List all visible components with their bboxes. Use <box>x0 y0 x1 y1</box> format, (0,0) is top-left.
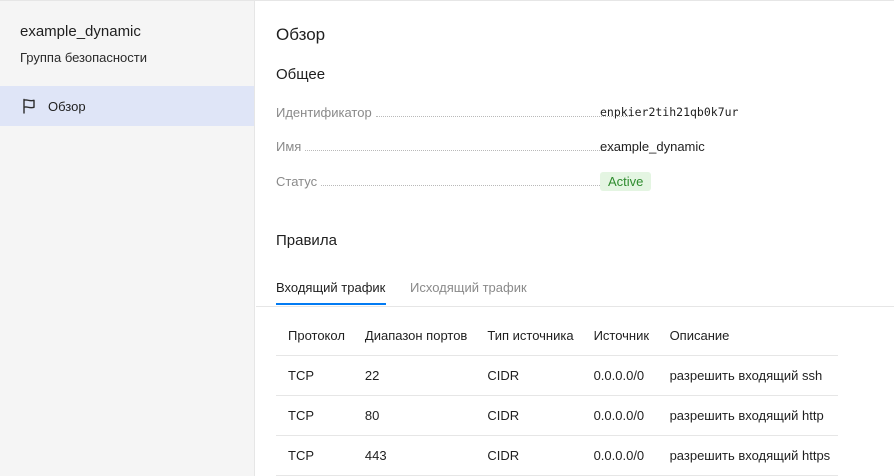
resource-title: example_dynamic <box>20 23 141 40</box>
sidebar-item-overview[interactable]: Обзор <box>0 86 254 126</box>
cell-port-range: 22 <box>352 355 476 396</box>
column-header-source: Источник <box>581 316 658 356</box>
column-header-port-range: Диапазон портов <box>352 316 476 356</box>
cell-source-type: CIDR <box>475 435 582 476</box>
table-row: TCP 443 CIDR 0.0.0.0/0 разрешить входящи… <box>276 435 839 476</box>
app-window: example_dynamic Группа безопасности Обзо… <box>0 0 894 476</box>
tab-ingress[interactable]: Входящий трафик <box>276 280 385 295</box>
active-tab-indicator <box>276 303 386 305</box>
cell-protocol: TCP <box>276 355 353 396</box>
dotted-leader <box>305 149 632 151</box>
general-section-heading: Общее <box>276 66 326 83</box>
cell-source: 0.0.0.0/0 <box>581 355 658 396</box>
page-title: Обзор <box>276 25 326 44</box>
property-row-name: Имя example_dynamic <box>276 136 705 156</box>
cell-description: разрешить входящий ssh <box>657 355 839 396</box>
resource-type: Группа безопасности <box>20 50 147 65</box>
cell-source-type: CIDR <box>475 355 582 396</box>
property-value-id: enpkier2tih21qb0k7ur <box>600 105 739 119</box>
table-row: TCP 80 CIDR 0.0.0.0/0 разрешить входящий… <box>276 395 839 436</box>
traffic-tabs: Входящий трафик Исходящий трафик <box>256 271 894 307</box>
flag-icon <box>20 97 38 115</box>
cell-description: разрешить входящий http <box>657 395 839 436</box>
dotted-leader <box>375 115 632 117</box>
status-badge: Active <box>600 171 652 191</box>
cell-protocol: TCP <box>276 435 353 476</box>
rules-table: Протокол Диапазон портов Тип источника И… <box>276 316 839 476</box>
cell-port-range: 443 <box>352 435 476 476</box>
property-value-name: example_dynamic <box>600 138 705 154</box>
cell-source: 0.0.0.0/0 <box>581 435 658 476</box>
cell-source-type: CIDR <box>475 395 582 436</box>
table-header-row: Протокол Диапазон портов Тип источника И… <box>276 316 839 356</box>
property-key: Имя <box>276 138 302 154</box>
main-content: Обзор Общее Идентификатор enpkier2tih21q… <box>256 1 894 476</box>
property-value-status: Active <box>600 171 652 191</box>
column-header-protocol: Протокол <box>276 316 353 356</box>
cell-description: разрешить входящий https <box>657 435 839 476</box>
tab-egress[interactable]: Исходящий трафик <box>410 280 527 295</box>
cell-protocol: TCP <box>276 395 353 436</box>
cell-source: 0.0.0.0/0 <box>581 395 658 436</box>
cell-port-range: 80 <box>352 395 476 436</box>
property-row-status: Статус Active <box>276 171 652 191</box>
sidebar: example_dynamic Группа безопасности Обзо… <box>0 1 255 476</box>
property-row-id: Идентификатор enpkier2tih21qb0k7ur <box>276 102 738 122</box>
table-row: TCP 22 CIDR 0.0.0.0/0 разрешить входящий… <box>276 355 839 396</box>
dotted-leader <box>321 184 632 186</box>
property-key: Идентификатор <box>276 104 372 120</box>
property-key: Статус <box>276 173 318 189</box>
rules-section-heading: Правила <box>276 232 337 249</box>
column-header-source-type: Тип источника <box>475 316 582 356</box>
sidebar-item-label: Обзор <box>48 98 86 114</box>
column-header-description: Описание <box>657 316 839 356</box>
